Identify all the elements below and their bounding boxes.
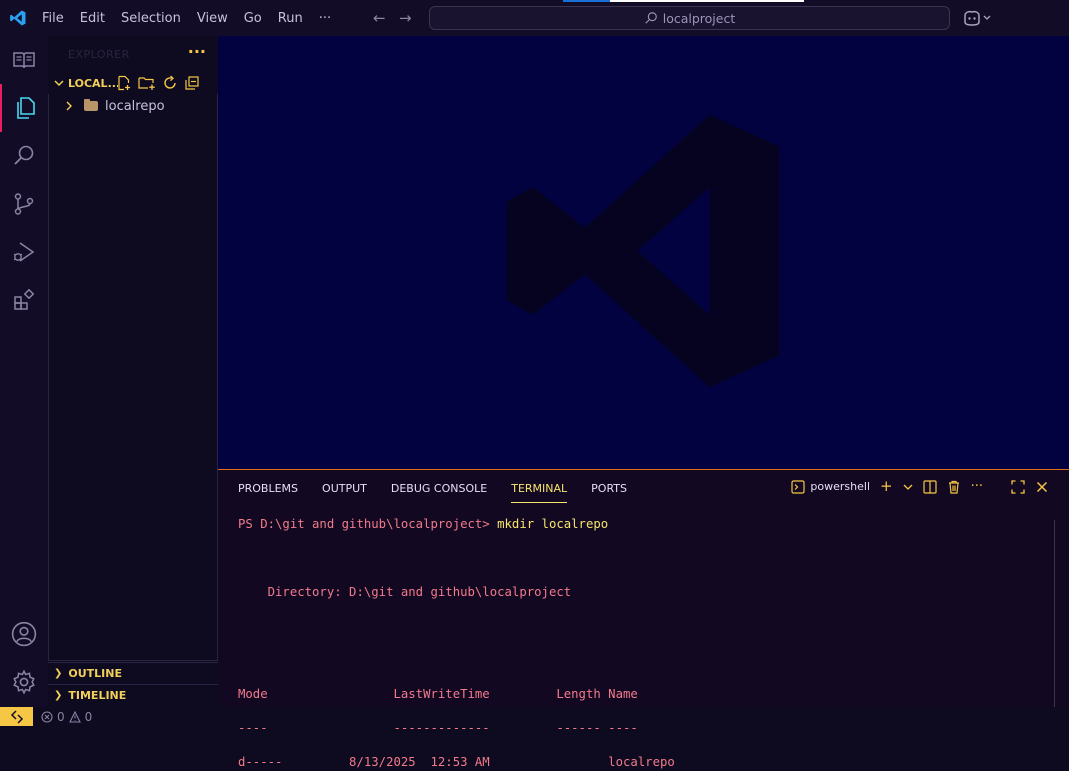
more-actions-icon[interactable]: ··· (971, 479, 983, 494)
shell-name: powershell (810, 480, 871, 493)
section-actions (116, 72, 200, 94)
explorer-more-actions[interactable]: ··· (188, 42, 206, 61)
menu-go[interactable]: Go (236, 11, 270, 26)
settings-gear-icon[interactable] (0, 658, 48, 706)
remote-icon (10, 709, 23, 724)
terminal-selector[interactable]: powershell (791, 479, 871, 494)
new-folder-icon[interactable] (138, 75, 156, 91)
activity-bar (0, 36, 48, 707)
new-terminal-icon[interactable]: + (880, 479, 893, 494)
outline-label: OUTLINE (68, 667, 122, 680)
workspace-section-header[interactable]: LOCAL... (48, 72, 218, 94)
explorer-sidebar: EXPLORER ··· LOCAL... localrepo ❯ OUTLIN… (48, 36, 218, 707)
extensions-icon[interactable] (0, 276, 48, 324)
timeline-label: TIMELINE (68, 689, 127, 702)
workspace-name: LOCAL... (68, 76, 118, 90)
tab-problems[interactable]: PROBLEMS (238, 478, 298, 499)
drag-region-highlight-blue (563, 0, 610, 2)
terminal-prompt: PS D:\git and github\localproject> (238, 517, 498, 531)
warning-icon (68, 710, 81, 723)
editor-area[interactable] (218, 36, 1069, 469)
file-tree (48, 94, 218, 661)
copilot-icon[interactable] (962, 9, 994, 27)
terminal-header-line: Mode LastWriteTime Length Name (238, 687, 638, 701)
explorer-title: EXPLORER (68, 48, 130, 61)
outline-section-header[interactable]: ❯ OUTLINE (48, 662, 218, 684)
search-icon[interactable] (0, 132, 48, 180)
error-count: 0 (57, 709, 65, 724)
terminal-icon (791, 479, 806, 494)
vscode-watermark-icon (506, 114, 780, 388)
problems-indicator[interactable]: 0 0 (41, 710, 92, 724)
command-center-search[interactable]: localproject (429, 6, 950, 30)
run-debug-icon[interactable] (0, 228, 48, 276)
chevron-right-icon: ❯ (54, 668, 63, 679)
explorer-icon[interactable] (0, 36, 48, 84)
tab-output[interactable]: OUTPUT (322, 478, 367, 499)
new-file-icon[interactable] (116, 75, 132, 91)
menu-edit[interactable]: Edit (72, 11, 113, 26)
account-icon[interactable] (0, 610, 48, 658)
tab-debug-console[interactable]: DEBUG CONSOLE (391, 478, 487, 499)
tree-item-label: localrepo (105, 98, 165, 114)
terminal-entry-line: d----- 8/13/2025 12:53 AM localrepo (238, 755, 675, 769)
chevron-down-icon (54, 80, 64, 87)
panel-tabs: PROBLEMS OUTPUT DEBUG CONSOLE TERMINAL P… (238, 470, 627, 506)
terminal-scrollbar[interactable] (1054, 520, 1069, 707)
chevron-right-icon: ❯ (54, 690, 63, 701)
collapse-all-icon[interactable] (184, 75, 200, 91)
source-control-icon[interactable] (0, 180, 48, 228)
tab-terminal[interactable]: TERMINAL (511, 478, 567, 503)
tab-ports[interactable]: PORTS (591, 478, 627, 499)
folder-icon (84, 99, 98, 111)
trash-icon[interactable] (947, 480, 961, 494)
close-panel-icon[interactable] (1035, 480, 1049, 494)
menu-view[interactable]: View (189, 11, 236, 26)
menu-bar: File Edit Selection View Go Run ··· (34, 0, 339, 36)
title-bar: File Edit Selection View Go Run ··· ← → … (0, 0, 1069, 36)
terminal-output[interactable]: PS D:\git and github\localproject> mkdir… (238, 516, 675, 771)
terminal-command-line: PS D:\git and github\localproject> mkdir… (238, 516, 675, 533)
tree-item-localrepo[interactable]: localrepo (64, 95, 165, 117)
menu-more[interactable]: ··· (311, 11, 339, 26)
terminal-command: mkdir localrepo (497, 517, 609, 531)
split-terminal-icon[interactable] (922, 479, 937, 494)
refresh-icon[interactable] (162, 75, 178, 91)
chevron-down-icon[interactable] (903, 482, 913, 492)
timeline-section-header[interactable]: ❯ TIMELINE (48, 684, 218, 706)
vscode-logo-icon[interactable] (8, 9, 28, 27)
error-icon (41, 710, 53, 723)
maximize-panel-icon[interactable] (1011, 479, 1025, 494)
menu-file[interactable]: File (34, 11, 72, 26)
chevron-right-icon (66, 101, 72, 111)
status-bar: 0 0 (0, 707, 1069, 726)
panel-actions: powershell + ··· (791, 479, 1049, 494)
back-arrow-icon[interactable]: ← (373, 9, 386, 27)
search-icon (645, 12, 657, 24)
forward-arrow-icon[interactable]: → (399, 9, 412, 27)
terminal-panel: PROBLEMS OUTPUT DEBUG CONSOLE TERMINAL P… (218, 469, 1069, 769)
menu-run[interactable]: Run (270, 11, 311, 26)
terminal-directory-line: Directory: D:\git and github\localprojec… (238, 585, 572, 599)
menu-selection[interactable]: Selection (113, 11, 189, 26)
warning-count: 0 (84, 709, 93, 724)
copy-files-icon[interactable] (0, 84, 48, 132)
search-text: localproject (662, 10, 736, 26)
remote-indicator[interactable] (0, 707, 33, 726)
